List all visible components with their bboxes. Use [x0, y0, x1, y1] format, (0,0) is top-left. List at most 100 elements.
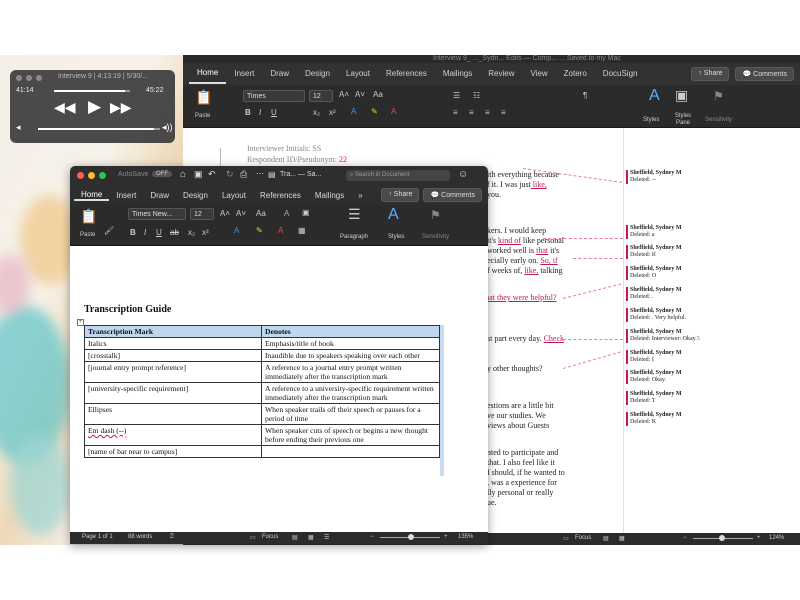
- back-underline-icon[interactable]: U: [271, 108, 277, 117]
- back-tab-design[interactable]: Design: [297, 63, 338, 85]
- comment-balloon[interactable]: Sheffield, Sydney M Deleted: T: [626, 391, 682, 405]
- denotes-cell[interactable]: Emphasis/title of book: [261, 337, 440, 350]
- front-share-button[interactable]: ↑ Share: [381, 188, 420, 202]
- front-zoom-in-icon[interactable]: +: [444, 534, 448, 540]
- front-print-layout-icon[interactable]: ▤: [292, 534, 298, 541]
- fast-forward-icon[interactable]: ▶▶: [110, 99, 132, 116]
- back-change-case-icon[interactable]: Aa: [373, 90, 383, 99]
- clear-formatting-icon[interactable]: A: [284, 209, 289, 218]
- mark-cell[interactable]: [journal entry prompt reference]: [84, 361, 262, 383]
- back-focus-icon[interactable]: ▭: [563, 535, 569, 542]
- front-change-case-icon[interactable]: Aa: [256, 209, 266, 218]
- back-tab-mailings[interactable]: Mailings: [435, 63, 480, 85]
- comment-balloon[interactable]: Sheffield, Sydney M Deleted: --: [626, 170, 682, 184]
- back-tab-review[interactable]: Review: [480, 63, 522, 85]
- redo-icon[interactable]: ↻: [226, 169, 234, 180]
- back-sensitivity-icon[interactable]: ⚑: [713, 89, 724, 103]
- back-highlight-icon[interactable]: ✎: [371, 107, 378, 116]
- front-font-name-select[interactable]: Times New...: [128, 208, 186, 220]
- front-text-effects-icon[interactable]: A: [234, 226, 239, 235]
- back-italic-icon[interactable]: I: [259, 108, 261, 117]
- back-web-layout-icon[interactable]: ▦: [619, 535, 625, 542]
- back-tab-draw[interactable]: Draw: [262, 63, 297, 85]
- mark-cell[interactable]: [name of bar near to campus]: [84, 445, 262, 458]
- front-zoom-level[interactable]: 135%: [458, 534, 473, 540]
- player-close-button[interactable]: [16, 75, 22, 81]
- back-text-effects-icon[interactable]: A: [351, 107, 356, 116]
- back-tab-docusign[interactable]: DocuSign: [595, 63, 646, 85]
- mark-cell[interactable]: [crosstalk]: [84, 349, 262, 362]
- play-icon[interactable]: ▶: [88, 97, 101, 117]
- denotes-cell[interactable]: Inaudible due to speakers speaking over …: [261, 349, 440, 362]
- back-grow-font-icon[interactable]: A˄: [339, 90, 349, 99]
- front-tab-insert[interactable]: Insert: [109, 191, 143, 200]
- front-sensitivity-icon[interactable]: ⚑: [430, 208, 441, 222]
- back-shrink-font-icon[interactable]: A˅: [355, 90, 365, 99]
- front-superscript-icon[interactable]: x²: [202, 228, 209, 237]
- denotes-cell[interactable]: A reference to a university-specific req…: [261, 382, 440, 404]
- search-document-input[interactable]: ⌕ Search in Document: [346, 170, 450, 181]
- transcription-table[interactable]: Transcription Mark Denotes Italics Emphas…: [84, 325, 440, 458]
- save-icon[interactable]: ▣: [194, 169, 203, 180]
- back-font-size-select[interactable]: 12: [309, 90, 333, 102]
- media-player[interactable]: Interview 9 | 4:13:19 | 5/30/... 41:14 4…: [10, 70, 175, 143]
- back-superscript-icon[interactable]: x²: [329, 108, 336, 117]
- table-move-handle[interactable]: +: [77, 319, 84, 326]
- back-font-name-select[interactable]: Times: [243, 90, 305, 102]
- mark-cell[interactable]: Ellipses: [84, 403, 262, 425]
- back-tab-view[interactable]: View: [522, 63, 555, 85]
- undo-icon[interactable]: ↶: [208, 169, 216, 180]
- home-icon[interactable]: ⌂: [180, 169, 186, 180]
- window-close-button[interactable]: [77, 172, 84, 179]
- denotes-cell[interactable]: [261, 445, 440, 458]
- back-numbering-icon[interactable]: ☷: [473, 91, 480, 100]
- front-tab-mailings[interactable]: Mailings: [308, 191, 351, 200]
- mark-cell[interactable]: Em dash (--): [84, 424, 262, 446]
- back-paste-icon[interactable]: 📋: [195, 89, 212, 106]
- back-bold-icon[interactable]: B: [245, 108, 251, 117]
- back-align-left-icon[interactable]: ≡: [453, 108, 458, 117]
- back-zoom-thumb[interactable]: [719, 535, 725, 541]
- back-pilcrow-icon[interactable]: ¶: [583, 91, 587, 100]
- front-font-size-select[interactable]: 12: [190, 208, 214, 220]
- back-zoom-out-icon[interactable]: −: [683, 535, 687, 541]
- paragraph-icon[interactable]: ☰: [348, 206, 361, 223]
- front-web-layout-icon[interactable]: ▦: [308, 534, 314, 541]
- front-comments-button[interactable]: 💬 Comments: [423, 188, 482, 202]
- player-minimize-button[interactable]: [26, 75, 32, 81]
- front-tab-layout[interactable]: Layout: [215, 191, 253, 200]
- front-styles-icon[interactable]: A: [388, 206, 399, 224]
- front-highlight-icon[interactable]: ✎: [256, 226, 263, 235]
- front-document-area[interactable]: Transcription Guide + Transcription Mark…: [70, 246, 488, 532]
- comment-balloon[interactable]: Sheffield, Sydney M Deleted: Okay.: [626, 370, 682, 384]
- text-box-icon[interactable]: ▣: [302, 208, 310, 217]
- comment-balloon[interactable]: Sheffield, Sydney M Deleted: Interviewer:…: [626, 329, 700, 343]
- rewind-icon[interactable]: ◀◀: [54, 99, 76, 116]
- back-tab-insert[interactable]: Insert: [226, 63, 262, 85]
- window-minimize-button[interactable]: [88, 172, 95, 179]
- back-styles-icon[interactable]: A: [649, 87, 660, 105]
- denotes-cell[interactable]: A reference to a journal entry prompt wr…: [261, 361, 440, 383]
- more-tabs-chevron[interactable]: »: [351, 191, 369, 200]
- front-tab-references[interactable]: References: [253, 191, 308, 200]
- mark-cell[interactable]: Italics: [84, 337, 262, 350]
- account-icon[interactable]: ☺: [458, 169, 468, 180]
- front-focus-icon[interactable]: ▭: [250, 534, 256, 541]
- front-font-color-icon[interactable]: A: [278, 226, 283, 235]
- player-scrubber[interactable]: [54, 90, 130, 92]
- back-tab-layout[interactable]: Layout: [338, 63, 378, 85]
- player-zoom-button[interactable]: [36, 75, 42, 81]
- print-icon[interactable]: ⎙: [240, 169, 247, 180]
- back-align-right-icon[interactable]: ≡: [485, 108, 490, 117]
- comment-balloon[interactable]: Sheffield, Sydney M Deleted: . Very helpf…: [626, 308, 686, 322]
- back-focus-label[interactable]: Focus: [575, 535, 591, 541]
- back-styles-pane-icon[interactable]: ▣: [675, 87, 688, 104]
- autosave-toggle[interactable]: OFF: [152, 171, 172, 177]
- back-subscript-icon[interactable]: x₂: [313, 108, 320, 117]
- back-font-color-icon[interactable]: A: [391, 107, 396, 116]
- front-shading-icon[interactable]: ▦: [298, 226, 306, 235]
- back-share-button[interactable]: ↑ Share: [691, 67, 730, 81]
- back-bullets-icon[interactable]: ☰: [453, 91, 460, 100]
- back-align-center-icon[interactable]: ≡: [469, 108, 474, 117]
- comment-balloon[interactable]: Sheffield, Sydney M Deleted: I: [626, 350, 682, 364]
